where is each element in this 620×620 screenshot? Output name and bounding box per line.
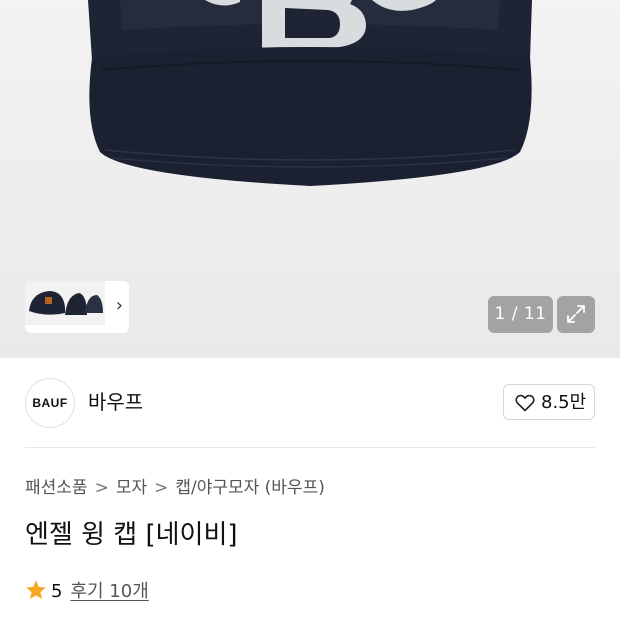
like-button[interactable]: 8.5만 [503, 384, 595, 420]
divider [25, 447, 595, 448]
breadcrumb-separator: > [94, 478, 109, 498]
thumbnail-images[interactable] [25, 281, 105, 325]
star-icon [26, 580, 46, 599]
thumbnail-strip[interactable]: › [25, 281, 129, 333]
brand-name[interactable]: 바우프 [88, 389, 143, 415]
breadcrumb-separator: > [154, 478, 169, 498]
like-count: 8.5만 [541, 392, 587, 413]
expand-icon [567, 305, 585, 323]
image-counter: 1 / 11 [488, 296, 553, 333]
breadcrumb: 패션소품 > 모자 > 캡/야구모자 (바우프) [25, 476, 325, 500]
breadcrumb-item[interactable]: 캡/야구모자 (바우프) [175, 478, 325, 498]
rating-score: 5 [51, 581, 63, 602]
brand-logo[interactable]: BAUF [25, 378, 75, 428]
heart-icon [515, 394, 535, 412]
rating-row: 5 후기 10개 [25, 579, 149, 605]
reviews-link[interactable]: 후기 10개 [70, 581, 148, 602]
expand-button[interactable] [557, 296, 595, 333]
chevron-right-icon[interactable]: › [116, 295, 123, 317]
breadcrumb-item[interactable]: 패션소품 [25, 478, 88, 498]
brand-row: BAUF 바우프 8.5만 [25, 378, 595, 428]
breadcrumb-item[interactable]: 모자 [116, 478, 147, 498]
product-image-gallery[interactable]: › 1 / 11 [0, 0, 620, 358]
product-title: 엔젤 윙 캡 [네이비] [25, 520, 238, 550]
